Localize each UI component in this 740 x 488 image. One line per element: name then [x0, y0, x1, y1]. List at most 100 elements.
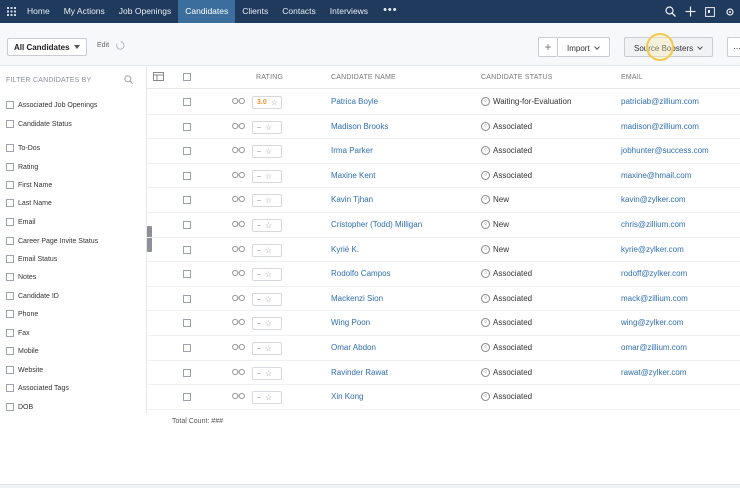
candidate-name-link[interactable]: Rodolfo Campos	[331, 269, 391, 278]
star-icon[interactable]: ☆	[265, 172, 272, 181]
candidate-name-link[interactable]: Cristopher (Todd) Milligan	[331, 220, 422, 229]
candidate-email-link[interactable]: madison@zillium.com	[621, 122, 699, 131]
filter-checkbox[interactable]	[6, 403, 14, 411]
filter-item[interactable]: Candidate Status	[6, 118, 72, 130]
row-checkbox[interactable]	[183, 245, 191, 254]
candidate-name-link[interactable]: Kyrié K.	[331, 245, 359, 254]
row-checkbox[interactable]	[183, 368, 191, 377]
quick-view-icon[interactable]	[232, 245, 245, 255]
view-select[interactable]: All Candidates	[7, 38, 87, 56]
table-row[interactable]: – ☆ Kyrié K. ○ New kyrie@zylker.com	[147, 238, 740, 263]
rating-widget[interactable]: – ☆	[252, 169, 282, 183]
candidate-name-link[interactable]: Madison Brooks	[331, 122, 388, 131]
filter-checkbox[interactable]	[6, 218, 14, 226]
nav-tab-clients[interactable]: Clients	[235, 0, 275, 23]
nav-tab-contacts[interactable]: Contacts	[275, 0, 323, 23]
rating-widget[interactable]: – ☆	[252, 292, 282, 306]
filter-checkbox[interactable]	[6, 347, 14, 355]
table-row[interactable]: – ☆ Wing Poon ○ Associated wing@zylker.com	[147, 311, 740, 336]
filter-checkbox[interactable]	[6, 255, 14, 263]
filter-item[interactable]: Career Page Invite Status	[6, 235, 98, 247]
add-candidate-button[interactable]: +	[538, 37, 558, 57]
quick-view-icon[interactable]	[232, 171, 245, 181]
candidate-email-link[interactable]: rawat@zylker.com	[621, 368, 686, 377]
star-icon[interactable]: ☆	[265, 344, 272, 353]
star-icon[interactable]: ☆	[271, 98, 278, 107]
rating-widget[interactable]: – ☆	[252, 243, 282, 257]
quick-view-icon[interactable]	[232, 269, 245, 279]
candidate-name-link[interactable]: Mackenzi Sion	[331, 294, 383, 303]
table-row[interactable]: – ☆ Xin Kong ○ Associated	[147, 385, 740, 410]
filter-checkbox[interactable]	[6, 199, 14, 207]
row-checkbox[interactable]	[183, 344, 191, 352]
filter-item[interactable]: Fax	[6, 327, 30, 339]
candidate-name-link[interactable]: Kavin Tjhan	[331, 195, 373, 204]
filter-checkbox[interactable]	[6, 292, 14, 300]
rating-widget[interactable]: – ☆	[252, 145, 282, 159]
quick-view-icon[interactable]	[232, 146, 245, 156]
quick-view-icon[interactable]	[232, 318, 245, 328]
filter-checkbox[interactable]	[6, 366, 14, 374]
filter-checkbox[interactable]	[6, 101, 14, 109]
row-checkbox[interactable]	[183, 270, 191, 279]
row-checkbox[interactable]	[183, 122, 191, 131]
table-row[interactable]: – ☆ Irma Parker ○ Associated jobhunter@succes…	[147, 139, 740, 164]
table-row[interactable]: – ☆ Kavin Tjhan ○ New kavin@zylker.com	[147, 188, 740, 213]
row-checkbox[interactable]	[183, 171, 191, 180]
quick-view-icon[interactable]	[232, 392, 245, 402]
quick-view-icon[interactable]	[232, 122, 245, 132]
filter-item[interactable]: Website	[6, 364, 43, 376]
filter-item[interactable]: DOB	[6, 401, 33, 413]
import-button[interactable]: Import	[558, 37, 610, 57]
rating-widget[interactable]: – ☆	[252, 342, 282, 355]
nav-tab-my-actions[interactable]: My Actions	[57, 0, 112, 23]
add-icon[interactable]	[680, 0, 700, 23]
rating-widget[interactable]: 3.0 ☆	[252, 96, 282, 109]
candidate-email-link[interactable]: omar@zillium.com	[621, 343, 687, 352]
column-header-email[interactable]: EMAIL	[621, 74, 643, 81]
table-row[interactable]: 3.0 ☆ Patrica Boyle ○ Waiting-for-Evaluation…	[147, 90, 740, 115]
nav-more-button[interactable]: •••	[375, 0, 406, 23]
table-row[interactable]: – ☆ Mackenzi Sion ○ Associated mack@zillium.c…	[147, 287, 740, 312]
star-icon[interactable]: ☆	[265, 369, 272, 378]
filter-checkbox[interactable]	[6, 144, 14, 152]
candidate-email-link[interactable]: rodoff@zylker.com	[621, 269, 687, 278]
table-row[interactable]: – ☆ Cristopher (Todd) Milligan ○ New chris@zi…	[147, 213, 740, 238]
candidate-email-link[interactable]: jobhunter@success.com	[621, 146, 709, 155]
row-checkbox[interactable]	[183, 98, 191, 106]
quick-view-icon[interactable]	[232, 368, 245, 378]
filter-item[interactable]: To-Dos	[6, 142, 40, 154]
row-checkbox[interactable]	[183, 319, 191, 328]
candidate-email-link[interactable]: kavin@zylker.com	[621, 195, 686, 204]
star-icon[interactable]: ☆	[265, 295, 272, 304]
filter-checkbox[interactable]	[6, 163, 14, 171]
nav-tab-interviews[interactable]: Interviews	[323, 0, 375, 23]
rating-widget[interactable]: – ☆	[252, 317, 282, 331]
star-icon[interactable]: ☆	[265, 319, 272, 328]
filter-checkbox[interactable]	[6, 310, 14, 318]
calendar-icon[interactable]	[700, 0, 720, 23]
rating-widget[interactable]: – ☆	[252, 120, 282, 134]
table-row[interactable]: – ☆ Maxine Kent ○ Associated maxine@hmail.com	[147, 164, 740, 189]
star-icon[interactable]: ☆	[265, 270, 272, 279]
search-icon[interactable]	[124, 75, 133, 86]
filter-checkbox[interactable]	[6, 181, 14, 189]
candidate-email-link[interactable]: patriciab@zillium.com	[621, 97, 699, 106]
more-options-button[interactable]: ...	[727, 37, 740, 57]
candidate-email-link[interactable]: wing@zylker.com	[621, 318, 683, 327]
filter-item[interactable]: Rating	[6, 161, 38, 173]
rating-widget[interactable]: – ☆	[252, 391, 282, 405]
row-checkbox[interactable]	[183, 147, 191, 156]
star-icon[interactable]: ☆	[265, 246, 272, 255]
candidate-name-link[interactable]: Irma Parker	[331, 146, 373, 155]
table-row[interactable]: – ☆ Madison Brooks ○ Associated madison@zilli…	[147, 115, 740, 140]
filter-checkbox[interactable]	[6, 384, 14, 392]
quick-view-icon[interactable]	[232, 220, 245, 230]
filter-item[interactable]: Notes	[6, 271, 36, 283]
column-header-rating[interactable]: RATING	[256, 74, 283, 81]
candidate-email-link[interactable]: chris@zillium.com	[621, 220, 686, 229]
table-row[interactable]: – ☆ Ravinder Rawat ○ Associated rawat@zylker.…	[147, 361, 740, 386]
filter-item[interactable]: Mobile	[6, 345, 39, 357]
table-row[interactable]: – ☆ Omar Abdon ○ Associated omar@zillium.com	[147, 336, 740, 361]
nav-tab-home[interactable]: Home	[20, 0, 57, 23]
